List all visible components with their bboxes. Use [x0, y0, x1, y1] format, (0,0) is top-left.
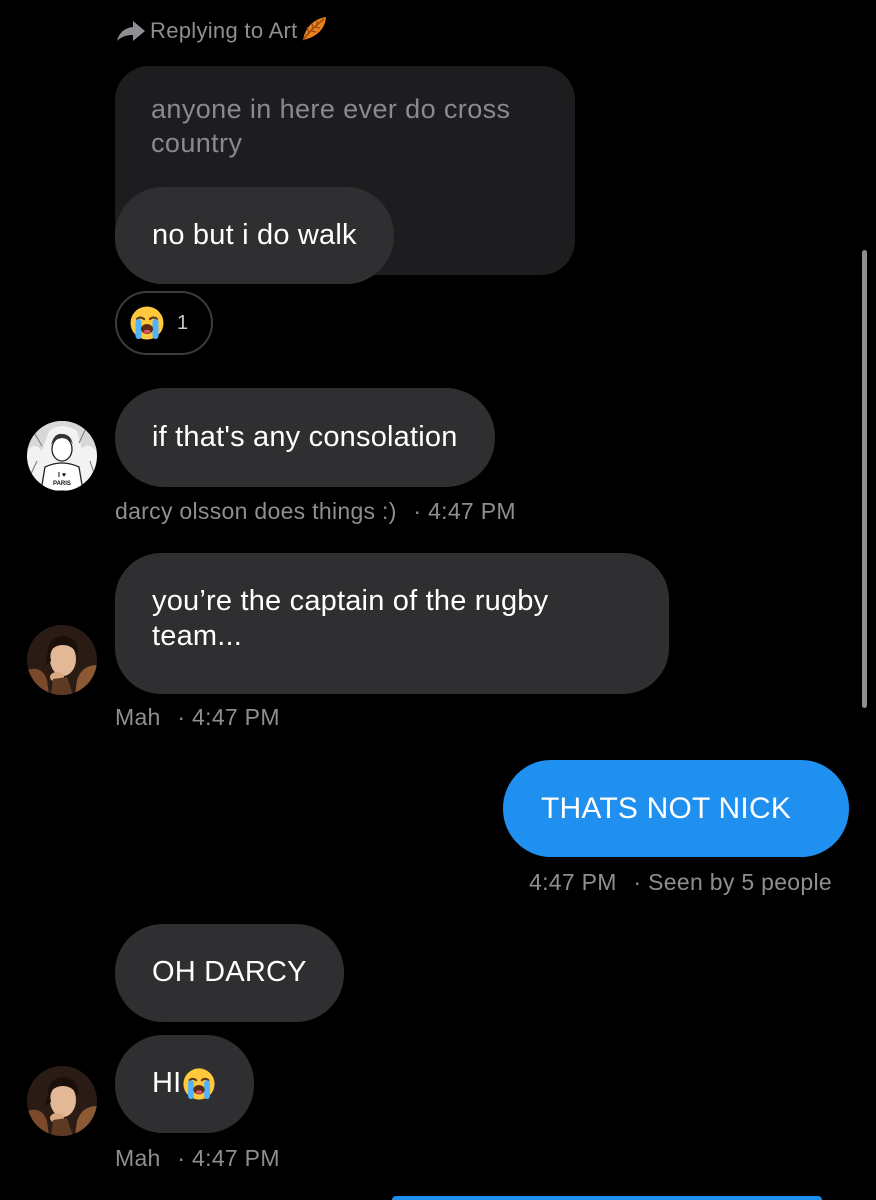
outgoing-message-bubble-partial[interactable] [392, 1196, 822, 1200]
timestamp: 4:47 PM [428, 498, 516, 524]
message-text: HI [152, 1067, 182, 1099]
reply-arrow-icon [117, 21, 145, 41]
reply-header-label: Replying to Art [150, 18, 298, 43]
avatar-image [27, 625, 97, 695]
meta-separator: · [177, 1145, 186, 1171]
meta-separator: · [413, 498, 422, 524]
timestamp: 4:47 PM [529, 869, 617, 895]
avatar[interactable] [27, 1066, 97, 1136]
message-text: OH DARCY [152, 956, 307, 988]
avatar[interactable]: I ♥ PARIS [27, 421, 97, 491]
fallen-leaf-icon [301, 17, 326, 41]
message-bubble[interactable]: no but i do walk [115, 187, 394, 284]
avatar[interactable] [27, 625, 97, 695]
sender-name: darcy olsson does things :) [115, 498, 397, 524]
svg-text:PARIS: PARIS [53, 481, 71, 487]
message-meta: Mah · 4:47 PM [115, 1145, 280, 1172]
scrollbar[interactable] [862, 250, 867, 708]
meta-separator: · [633, 869, 642, 895]
message-text: you’re the captain of the rugby team... [152, 585, 549, 652]
meta-separator: · [177, 704, 186, 730]
sender-name: Mah [115, 1145, 161, 1171]
quoted-message-text: anyone in here ever do cross country [151, 94, 511, 158]
message-bubble[interactable]: HI [115, 1035, 255, 1133]
message-meta: Mah · 4:47 PM [115, 704, 280, 731]
loudly-crying-face-icon [183, 1068, 215, 1100]
message-text: if that's any consolation [152, 421, 458, 453]
reaction-count: 1 [177, 311, 189, 334]
sender-name: Mah [115, 704, 161, 730]
seen-status: Seen by 5 people [648, 869, 832, 895]
reaction-badge[interactable]: 1 [115, 291, 213, 355]
message-bubble[interactable]: you’re the captain of the rugby team... [115, 553, 669, 694]
message-meta: 4:47 PM · Seen by 5 people [529, 869, 832, 896]
avatar-image: I ♥ PARIS [27, 421, 97, 491]
avatar-image [27, 1066, 97, 1136]
loudly-crying-face-icon [130, 306, 164, 340]
timestamp: 4:47 PM [192, 1145, 280, 1171]
message-text: THATS NOT NICK [541, 792, 792, 825]
timestamp: 4:47 PM [192, 704, 280, 730]
outgoing-message-bubble[interactable]: THATS NOT NICK [503, 760, 849, 857]
message-bubble[interactable]: if that's any consolation [115, 388, 495, 487]
message-text: no but i do walk [152, 219, 357, 251]
reply-header: Replying to Art [116, 17, 329, 44]
message-meta: darcy olsson does things :) · 4:47 PM [115, 498, 516, 525]
svg-text:I ♥: I ♥ [58, 472, 66, 479]
message-bubble[interactable]: OH DARCY [115, 924, 344, 1022]
